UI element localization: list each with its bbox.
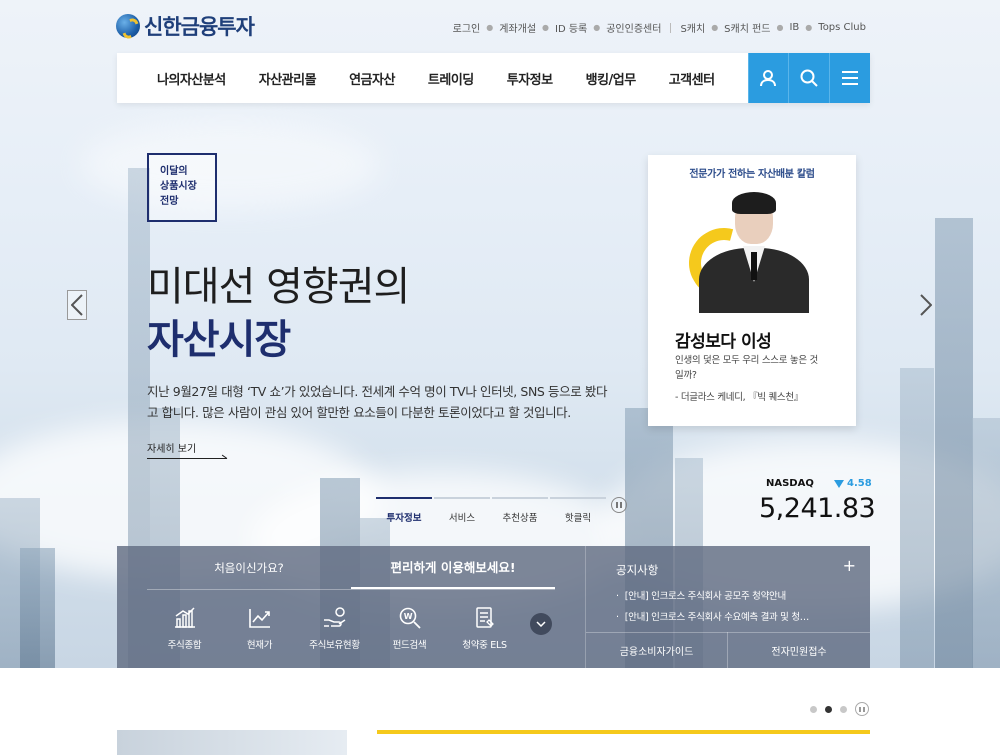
bar-chart-icon	[174, 607, 195, 628]
utility-links: 로그인 ● 계좌개설 ● ID 등록 ● 공인인증센터 S캐치 ● S캐치 펀드…	[452, 20, 866, 35]
user-button[interactable]	[747, 53, 789, 103]
hand-coin-icon	[323, 607, 345, 627]
quick-item-current-price[interactable]: 현재가	[222, 606, 297, 651]
util-link-ib[interactable]: IB	[789, 22, 799, 33]
nav-item-asset-mall[interactable]: 자산관리몰	[259, 69, 317, 88]
column-source: - 더글라스 케네디, 『빅 퀘스천』	[675, 392, 803, 403]
logo[interactable]: 신한금융투자	[116, 11, 255, 41]
slide-dot[interactable]	[840, 705, 847, 713]
shinhan-logo-icon	[116, 14, 140, 38]
nav-item-pension[interactable]: 연금자산	[349, 69, 395, 88]
pause-icon	[859, 706, 861, 712]
column-card[interactable]: 전문가가 전하는 자산배분 칼럼 감성보다 이성 인생의 덫은 모두 우리 스스…	[648, 155, 856, 426]
brand-name: 신한금융투자	[144, 15, 255, 39]
tab-recommend[interactable]: 추천상품	[492, 497, 548, 524]
search-icon	[800, 69, 818, 87]
util-link-scatch-fund[interactable]: S캐치 펀드	[724, 20, 770, 35]
tab-invest-info[interactable]: 투자정보	[376, 497, 432, 524]
nav-item-trading[interactable]: 트레이딩	[428, 69, 474, 88]
quick-item-stock-holdings[interactable]: 주식보유현황	[297, 606, 372, 651]
plus-icon[interactable]: +	[843, 556, 856, 575]
hero-title-line2: 자산시장	[147, 317, 291, 363]
arrow-right-icon	[920, 294, 932, 316]
quick-menu-panel: 처음이신가요? 편리하게 이용해보세요! 주식종합 현재가 주식보유현황 W 펀…	[117, 546, 585, 668]
civil-complaint-button[interactable]: 전자민원접수	[728, 632, 870, 668]
notice-panel: 공지사항 + [안내] 인크로스 주식회사 공모주 청약안내 [안내] 인크로스…	[585, 546, 870, 668]
consumer-guide-button[interactable]: 금융소비자가이드	[586, 632, 728, 668]
pause-icon	[616, 502, 618, 508]
quick-tab-convenient[interactable]: 편리하게 이용해보세요!	[351, 546, 555, 589]
prev-slide-button[interactable]	[67, 290, 87, 320]
fund-search-icon: W	[399, 607, 421, 629]
notice-title: 공지사항	[616, 563, 659, 577]
nav-item-invest-info[interactable]: 투자정보	[507, 69, 553, 88]
slide-dot-active[interactable]	[825, 705, 832, 713]
slide-pause-button[interactable]	[855, 702, 869, 716]
content-thumbnail[interactable]	[117, 730, 347, 755]
hamburger-icon	[842, 71, 859, 85]
tab-service[interactable]: 서비스	[434, 497, 490, 524]
quick-item-fund-search[interactable]: W 펀드검색	[372, 606, 447, 651]
section-accent-line	[377, 730, 870, 734]
util-link-open-account[interactable]: 계좌개설	[499, 20, 536, 35]
main-navigation: 나의자산분석 자산관리몰 연금자산 트레이딩 투자정보 뱅킹/업무 고객센터	[117, 53, 870, 103]
user-icon	[760, 70, 777, 87]
chevron-down-icon	[536, 621, 546, 627]
nav-item-customer-center[interactable]: 고객센터	[669, 69, 715, 88]
hero-title-line1: 미대선 영향권의	[147, 264, 410, 310]
notice-item[interactable]: [안내] 인크로스 주식회사 공모주 청약안내	[616, 586, 851, 607]
hero-description: 지난 9월27일 대형 ‘TV 쇼’가 있었습니다. 전세계 수억 명이 TV나…	[147, 384, 608, 420]
util-link-id-register[interactable]: ID 등록	[555, 20, 587, 35]
search-button[interactable]	[788, 53, 830, 103]
arrow-left-icon	[71, 294, 83, 316]
slide-dot[interactable]	[810, 705, 817, 713]
index-value: 5,241.83	[759, 493, 876, 524]
column-quote: 인생의 덫은 모두 우리 스스로 놓은 것일까?	[675, 355, 818, 381]
document-icon	[475, 607, 494, 628]
util-link-login[interactable]: 로그인	[453, 20, 481, 35]
column-title: 감성보다 이성	[675, 332, 772, 352]
quick-tab-first-time[interactable]: 처음이신가요?	[147, 546, 351, 589]
quick-expand-button[interactable]	[530, 613, 552, 635]
quick-item-stock-overview[interactable]: 주식종합	[147, 606, 222, 651]
hero-pause-button[interactable]	[611, 497, 627, 513]
columnist-photo	[683, 190, 823, 313]
notice-item[interactable]: [안내] 인크로스 주식회사 수요예측 결과 및 청…	[616, 607, 851, 628]
next-slide-button[interactable]	[916, 290, 936, 320]
util-link-scatch[interactable]: S캐치	[680, 20, 705, 35]
tab-hot-click[interactable]: 핫클릭	[550, 497, 606, 524]
util-link-cert-center[interactable]: 공인인증센터	[606, 20, 661, 35]
hero-tabs: 투자정보 서비스 추천상품 핫클릭	[376, 497, 608, 524]
monthly-outlook-badge: 이달의 상품시장 전망	[147, 153, 217, 222]
quick-item-els[interactable]: 청약중 ELS	[447, 606, 522, 651]
util-link-tops-club[interactable]: Tops Club	[818, 22, 866, 33]
slide-indicator	[810, 702, 869, 716]
read-more-link[interactable]: 자세히 보기	[147, 440, 229, 459]
line-chart-icon	[248, 609, 270, 628]
nav-item-banking[interactable]: 뱅킹/업무	[586, 69, 637, 88]
nav-item-asset-analysis[interactable]: 나의자산분석	[157, 69, 226, 88]
index-name: NASDAQ	[766, 478, 814, 489]
svg-text:W: W	[403, 612, 412, 621]
index-change: 4.58	[834, 478, 872, 489]
menu-button[interactable]	[829, 53, 870, 103]
down-triangle-icon	[834, 479, 844, 488]
column-caption: 전문가가 전하는 자산배분 칼럼	[689, 169, 815, 180]
